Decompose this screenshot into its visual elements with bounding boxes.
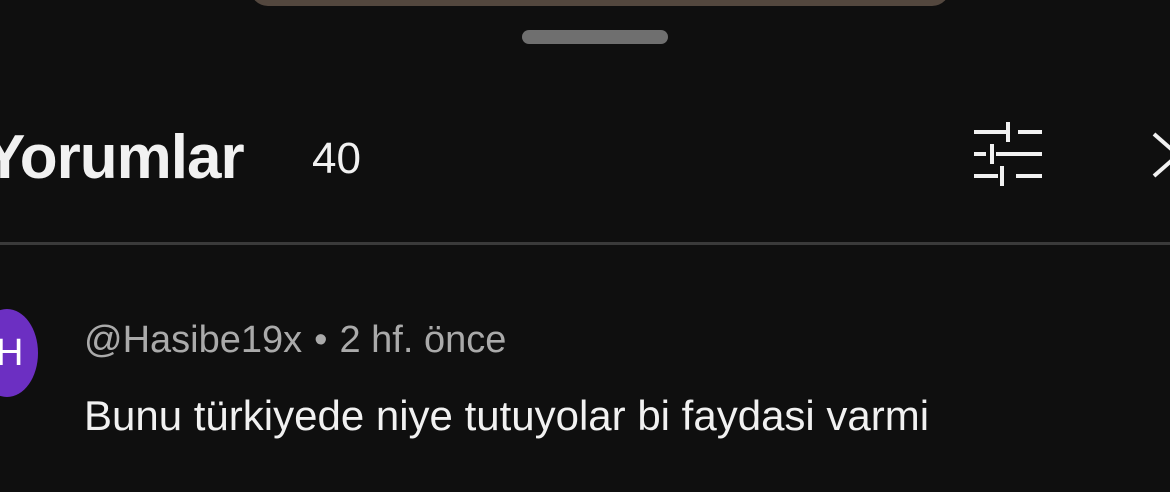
avatar[interactable]: H: [0, 309, 38, 397]
comment-time: 2 hf. önce: [339, 319, 507, 361]
avatar-initial: H: [0, 332, 24, 374]
meta-separator: •: [314, 319, 328, 361]
header-divider: [0, 242, 1170, 245]
drag-handle[interactable]: [522, 30, 668, 44]
sliders-icon[interactable]: [972, 122, 1044, 186]
comment-text: Bunu türkiyede niye tutuyolar bi faydasi…: [84, 392, 930, 439]
comment-author[interactable]: @Hasibe19x: [84, 319, 302, 361]
comments-sheet: Yorumlar 40 H @Hasibe19x • 2 hf. önce Bunu…: [0, 0, 1170, 492]
close-icon[interactable]: [1150, 128, 1170, 182]
comment-meta: @Hasibe19x • 2 hf. önce: [84, 317, 506, 363]
video-preview-edge: [250, 0, 950, 6]
comments-title: Yorumlar: [0, 123, 245, 192]
comments-count: 40: [312, 134, 361, 183]
